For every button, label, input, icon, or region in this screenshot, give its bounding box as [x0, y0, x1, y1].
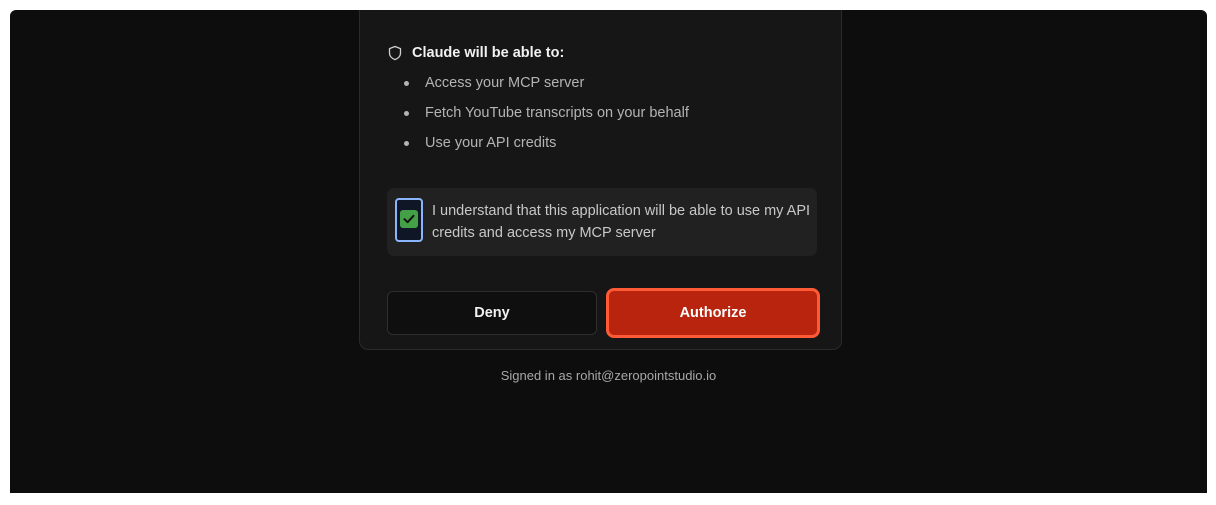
list-item: Use your API credits: [387, 128, 689, 158]
consent-box: I understand that this application will …: [387, 188, 817, 256]
consent-checkbox[interactable]: [395, 198, 423, 242]
list-item: Access your MCP server: [387, 68, 689, 98]
permissions-title: Claude will be able to:: [412, 45, 565, 61]
permission-label: Use your API credits: [425, 135, 557, 151]
authorize-button[interactable]: Authorize: [606, 288, 820, 338]
signed-in-text: Signed in as rohit@zeropointstudio.io: [500, 368, 717, 383]
bullet-icon: [404, 111, 409, 116]
permissions-list: Access your MCP server Fetch YouTube tra…: [387, 68, 689, 158]
authorization-card: Claude will be able to: Access your MCP …: [359, 10, 842, 350]
deny-button[interactable]: Deny: [387, 291, 597, 335]
bullet-icon: [404, 141, 409, 146]
permissions-header: Claude will be able to:: [387, 45, 564, 61]
list-item: Fetch YouTube transcripts on your behalf: [387, 98, 689, 128]
checkmark-icon: [400, 210, 418, 228]
permission-label: Fetch YouTube transcripts on your behalf: [425, 105, 689, 121]
app-window: Claude will be able to: Access your MCP …: [10, 10, 1207, 493]
shield-icon: [387, 45, 403, 61]
permission-label: Access your MCP server: [425, 75, 585, 91]
bullet-icon: [404, 81, 409, 86]
consent-label[interactable]: I understand that this application will …: [432, 200, 812, 244]
